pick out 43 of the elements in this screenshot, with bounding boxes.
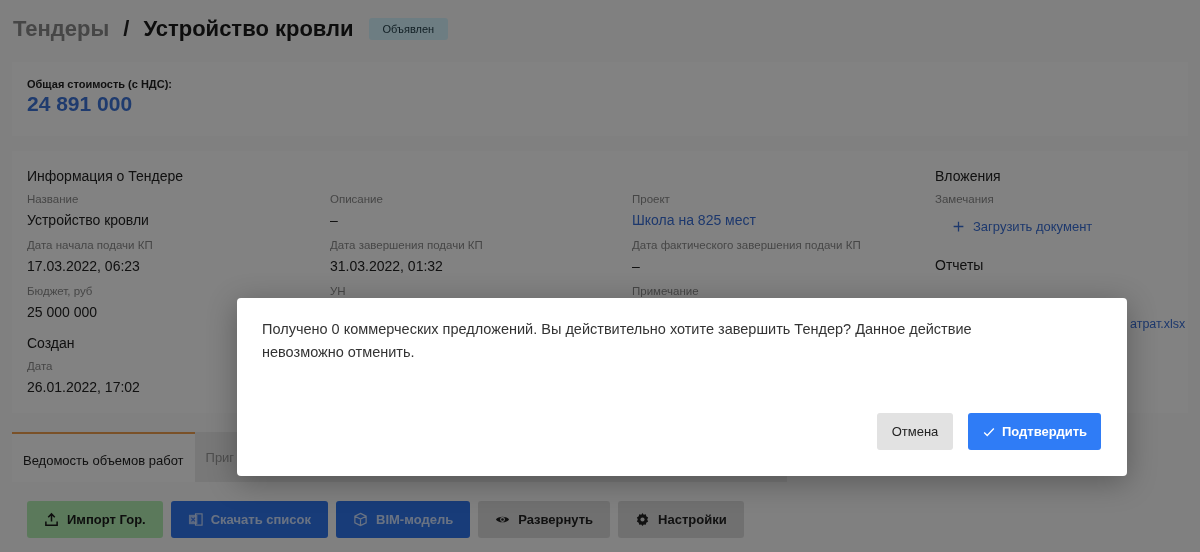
dialog-message: Получено 0 коммерческих предложений. Вы действительно хотите завершить Тендер? Данное действие невозможно отменить. [262,320,973,362]
section-heading: Вложения [935,168,1001,186]
toolbar-button[interactable]: Скачать список [170,501,329,538]
file-link[interactable]: атрат.xlsx [1130,317,1186,331]
settings-icon [635,512,651,527]
field-label: Дата завершения подачи КП [330,239,483,253]
field-value: Устройство кровли [27,212,149,230]
toolbar-button[interactable]: BIM-модель [336,501,471,538]
field-label: Замечания [935,193,994,207]
section-heading: Отчеты [935,257,984,275]
total-cost-value: 24 891 000 [27,92,134,116]
breadcrumb-link[interactable]: Тендеры [13,16,110,42]
field-label: Название [27,193,79,207]
field-value: 31.03.2022, 01:32 [330,258,443,276]
project-link[interactable]: Школа на 825 мест [632,212,756,230]
upload-icon [44,512,59,527]
cube-icon [353,512,369,527]
confirm-button[interactable]: Подтвердить [968,413,1101,450]
upload-link[interactable]: Загрузить документ [952,219,1186,234]
field-value: – [632,258,640,276]
cancel-button[interactable]: Отмена [877,413,953,450]
plus-icon [952,220,965,233]
field-value: – [330,212,338,230]
section-heading: Создан [27,335,75,353]
status-badge: Объявлен [368,18,449,40]
field-value: 26.01.2022, 17:02 [27,379,140,397]
page-title: Устройство кровли [143,16,354,42]
breadcrumb-separator: / [123,16,130,42]
section-heading: Информация о Тендере [27,168,184,186]
field-label: Примечание [632,285,699,299]
field-label: Проект [632,193,670,207]
total-cost-label: Общая стоимость (с НДС): [27,78,173,90]
field-label: Дата [27,360,53,374]
field-value: 25 000 000 [27,304,98,322]
field-label: Описание [330,193,383,207]
toolbar-button[interactable]: Развернуть [478,501,611,538]
field-label: УН [330,285,346,299]
toolbar-button[interactable]: Настройки [618,501,744,538]
field-label: Дата фактического завершения подачи КП [632,239,861,253]
field-value: 17.03.2022, 06:23 [27,258,140,276]
spreadsheet-icon [187,512,203,527]
field-label: Дата начала подачи КП [27,239,153,253]
toolbar-button[interactable]: Импорт Гор. [27,501,163,538]
